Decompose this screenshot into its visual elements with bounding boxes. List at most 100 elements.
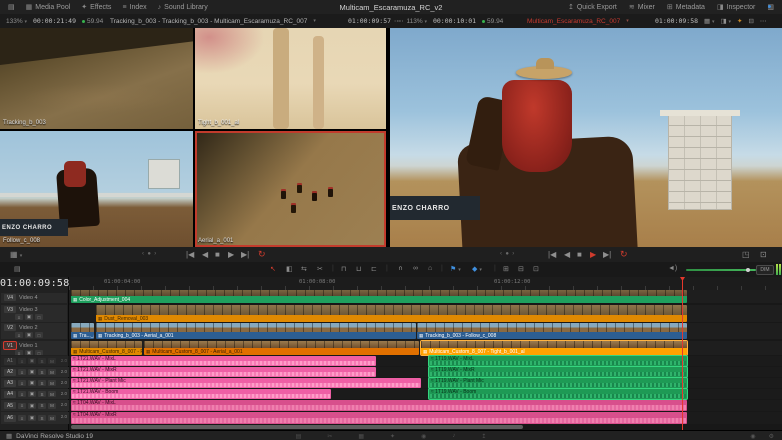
track-solo-button[interactable]: S — [38, 415, 46, 421]
track-header-a3[interactable]: A3 ≡ ▣ S M 2.0 — [1, 378, 70, 388]
track-badge-a5[interactable]: A5 — [4, 402, 16, 409]
source-next-clip-button[interactable]: ▶| — [241, 250, 249, 259]
source-stop-button[interactable]: ■ — [215, 250, 220, 259]
timeline-clip-dust-removal[interactable]: ▦ Dust_Removal_003 — [96, 305, 687, 322]
track-header-a4[interactable]: A4 ≡ ▣ S M 2.0 — [1, 389, 70, 399]
insert-clip-button[interactable]: ⊓ — [341, 265, 346, 273]
volume-slider-knob[interactable] — [746, 268, 750, 272]
track-auto-select-button[interactable]: ▣ — [28, 369, 36, 375]
record-play-reverse-button[interactable]: ◀ — [564, 250, 570, 259]
audio-clip-selected[interactable]: ≈ 1T19.WAV - MixR — [429, 367, 687, 377]
dim-button[interactable]: DIM — [756, 265, 774, 275]
track-lock-button[interactable]: ≡ — [18, 403, 26, 409]
track-header-a5[interactable]: A5 ≡ ▣ S M 2.0 — [1, 400, 70, 411]
timeline-title-dropdown[interactable]: Multicam_Escaramuza_RC_007▾ — [527, 14, 629, 28]
track-solo-button[interactable]: S — [38, 391, 46, 397]
timeline-horizontal-scrollbar[interactable] — [71, 425, 523, 429]
right-panel-toggle-icon[interactable]: ▥ — [767, 3, 774, 11]
track-lock-button[interactable]: ≡ — [15, 314, 23, 320]
audio-clip-selected[interactable]: ≈ 1T19.WAV - Plant Mic — [429, 378, 687, 388]
audio-clip[interactable]: ≈ 1T21.WAV - MixR — [71, 367, 376, 377]
multicam-angle-tight[interactable]: Tight_b_001_al — [195, 28, 386, 129]
media-pool-button[interactable]: ▦ Media Pool — [26, 3, 71, 11]
track-mute-button[interactable]: M — [48, 358, 56, 364]
track-lock-button[interactable]: ≡ — [18, 391, 26, 397]
dual-screen-icon[interactable]: ⊟ — [748, 17, 753, 25]
record-prev-clip-button[interactable]: |◀ — [548, 250, 556, 259]
replace-clip-button[interactable]: ⊏ — [371, 265, 377, 273]
track-header-v1[interactable]: V1 Video 1 ≡ ▣ □ — [1, 341, 67, 355]
track-badge-a3[interactable]: A3 — [4, 380, 16, 387]
metadata-button[interactable]: ⊞ Metadata — [667, 3, 705, 11]
quick-export-button[interactable]: ↥ Quick Export — [568, 3, 617, 11]
track-lock-button[interactable]: ≡ — [15, 332, 23, 338]
multicam-angle-aerial[interactable]: Aerial_a_001 — [195, 131, 386, 247]
track-auto-select-button[interactable]: ▣ — [25, 350, 33, 355]
playhead[interactable] — [682, 277, 683, 430]
track-lock-button[interactable]: ≡ — [18, 369, 26, 375]
color-overlay-icon[interactable]: ✦ — [737, 17, 742, 25]
overwrite-clip-button[interactable]: ⊔ — [356, 265, 361, 273]
timeline-clip[interactable]: ▦ Multicam_Custom_8_007 - Aerial_a_001 — [144, 341, 419, 355]
effects-button[interactable]: ✦ Effects — [81, 3, 111, 11]
audio-clip[interactable]: ≈ 1T21.WAV - MixL — [71, 356, 376, 366]
track-auto-select-button[interactable]: ▣ — [28, 358, 36, 364]
multicam-angle-tracking[interactable]: Tracking_b_003 — [0, 28, 193, 129]
snapping-button[interactable]: ∩ — [398, 265, 403, 272]
track-header-a6[interactable]: A6 ≡ ▣ S M 2.0 — [1, 412, 70, 424]
source-play-button[interactable]: ▶ — [228, 250, 234, 259]
page-color-icon[interactable]: ◉ — [421, 433, 426, 440]
grid-view-toggle-icon[interactable]: ▦ ▾ — [704, 17, 714, 25]
track-badge-v4[interactable]: V4 — [4, 294, 16, 301]
source-prev-clip-button[interactable]: |◀ — [186, 250, 194, 259]
page-deliver-icon[interactable]: ↥ — [481, 433, 486, 440]
track-enable-button[interactable]: □ — [35, 332, 43, 338]
audio-clip-selected[interactable]: ≈ 1T19.WAV - MixL — [429, 356, 687, 366]
speaker-icon[interactable]: ◄) — [668, 265, 677, 272]
track-lock-button[interactable]: ≡ — [18, 358, 26, 364]
track-solo-button[interactable]: S — [38, 403, 46, 409]
track-badge-a6[interactable]: A6 — [4, 415, 16, 422]
multicam-view-select[interactable]: ▦ ▾ — [10, 250, 22, 259]
mixer-button[interactable]: ≋ Mixer — [629, 3, 655, 11]
track-enable-button[interactable]: □ — [35, 350, 43, 355]
track-lock-button[interactable]: ≡ — [18, 380, 26, 386]
track-badge-a2[interactable]: A2 — [4, 369, 16, 376]
match-frame-icon[interactable]: ◳ — [742, 250, 750, 259]
record-loop-button[interactable]: ↻ — [620, 249, 628, 260]
track-auto-select-button[interactable]: ▣ — [25, 332, 33, 338]
panel-toggle-icon[interactable]: ▤ — [8, 3, 15, 11]
track-mute-button[interactable]: M — [48, 369, 56, 375]
record-next-clip-button[interactable]: ▶| — [603, 250, 611, 259]
marker-button[interactable]: ◆ ▾ — [472, 265, 482, 273]
inspector-button[interactable]: ◨ Inspector — [717, 3, 755, 11]
timeline-options-icon[interactable]: ▤ — [14, 265, 21, 273]
track-lock-button[interactable]: ≡ — [18, 415, 26, 421]
record-play-button[interactable]: ▶ — [590, 250, 596, 259]
track-auto-select-button[interactable]: ▣ — [28, 391, 36, 397]
timeline-clip[interactable]: ▦ Tra..._al — [71, 323, 94, 339]
track-header-a2[interactable]: A2 ≡ ▣ S M 2.0 — [1, 367, 70, 377]
custom-zoom-button[interactable]: ⊞ — [503, 265, 509, 273]
project-settings-gear-icon[interactable]: ⚙ — [769, 433, 774, 440]
source-zoom-select[interactable]: 133% ▾ — [6, 18, 27, 25]
position-lock-button[interactable]: ⌂ — [428, 265, 432, 272]
track-mute-button[interactable]: M — [48, 415, 56, 421]
record-stop-button[interactable]: ■ — [577, 250, 582, 259]
track-solo-button[interactable]: S — [38, 380, 46, 386]
cloud-icon[interactable]: ◉ — [750, 433, 755, 440]
trim-edit-tool-button[interactable]: ◧ — [286, 265, 293, 273]
page-fairlight-icon[interactable]: ♪ — [452, 433, 455, 440]
link-clips-button[interactable]: ∞ — [413, 265, 418, 272]
track-mute-button[interactable]: M — [48, 380, 56, 386]
record-jog-control[interactable]: ‹ ● › — [500, 251, 514, 257]
record-zoom-select[interactable]: 113% ▾ — [407, 18, 427, 25]
viewer-more-icon[interactable]: ⋯ — [760, 17, 767, 25]
source-play-reverse-button[interactable]: ◀ — [202, 250, 208, 259]
track-mute-button[interactable]: M — [48, 403, 56, 409]
record-viewer[interactable]: ENZO CHARRO — [390, 28, 782, 247]
track-solo-button[interactable]: S — [38, 369, 46, 375]
selection-tool-button[interactable]: ↖ — [270, 265, 276, 273]
dynamic-trim-tool-button[interactable]: ⇆ — [301, 265, 307, 273]
track-header-v2[interactable]: V2 Video 2 ≡ ▣ □ — [1, 323, 67, 339]
